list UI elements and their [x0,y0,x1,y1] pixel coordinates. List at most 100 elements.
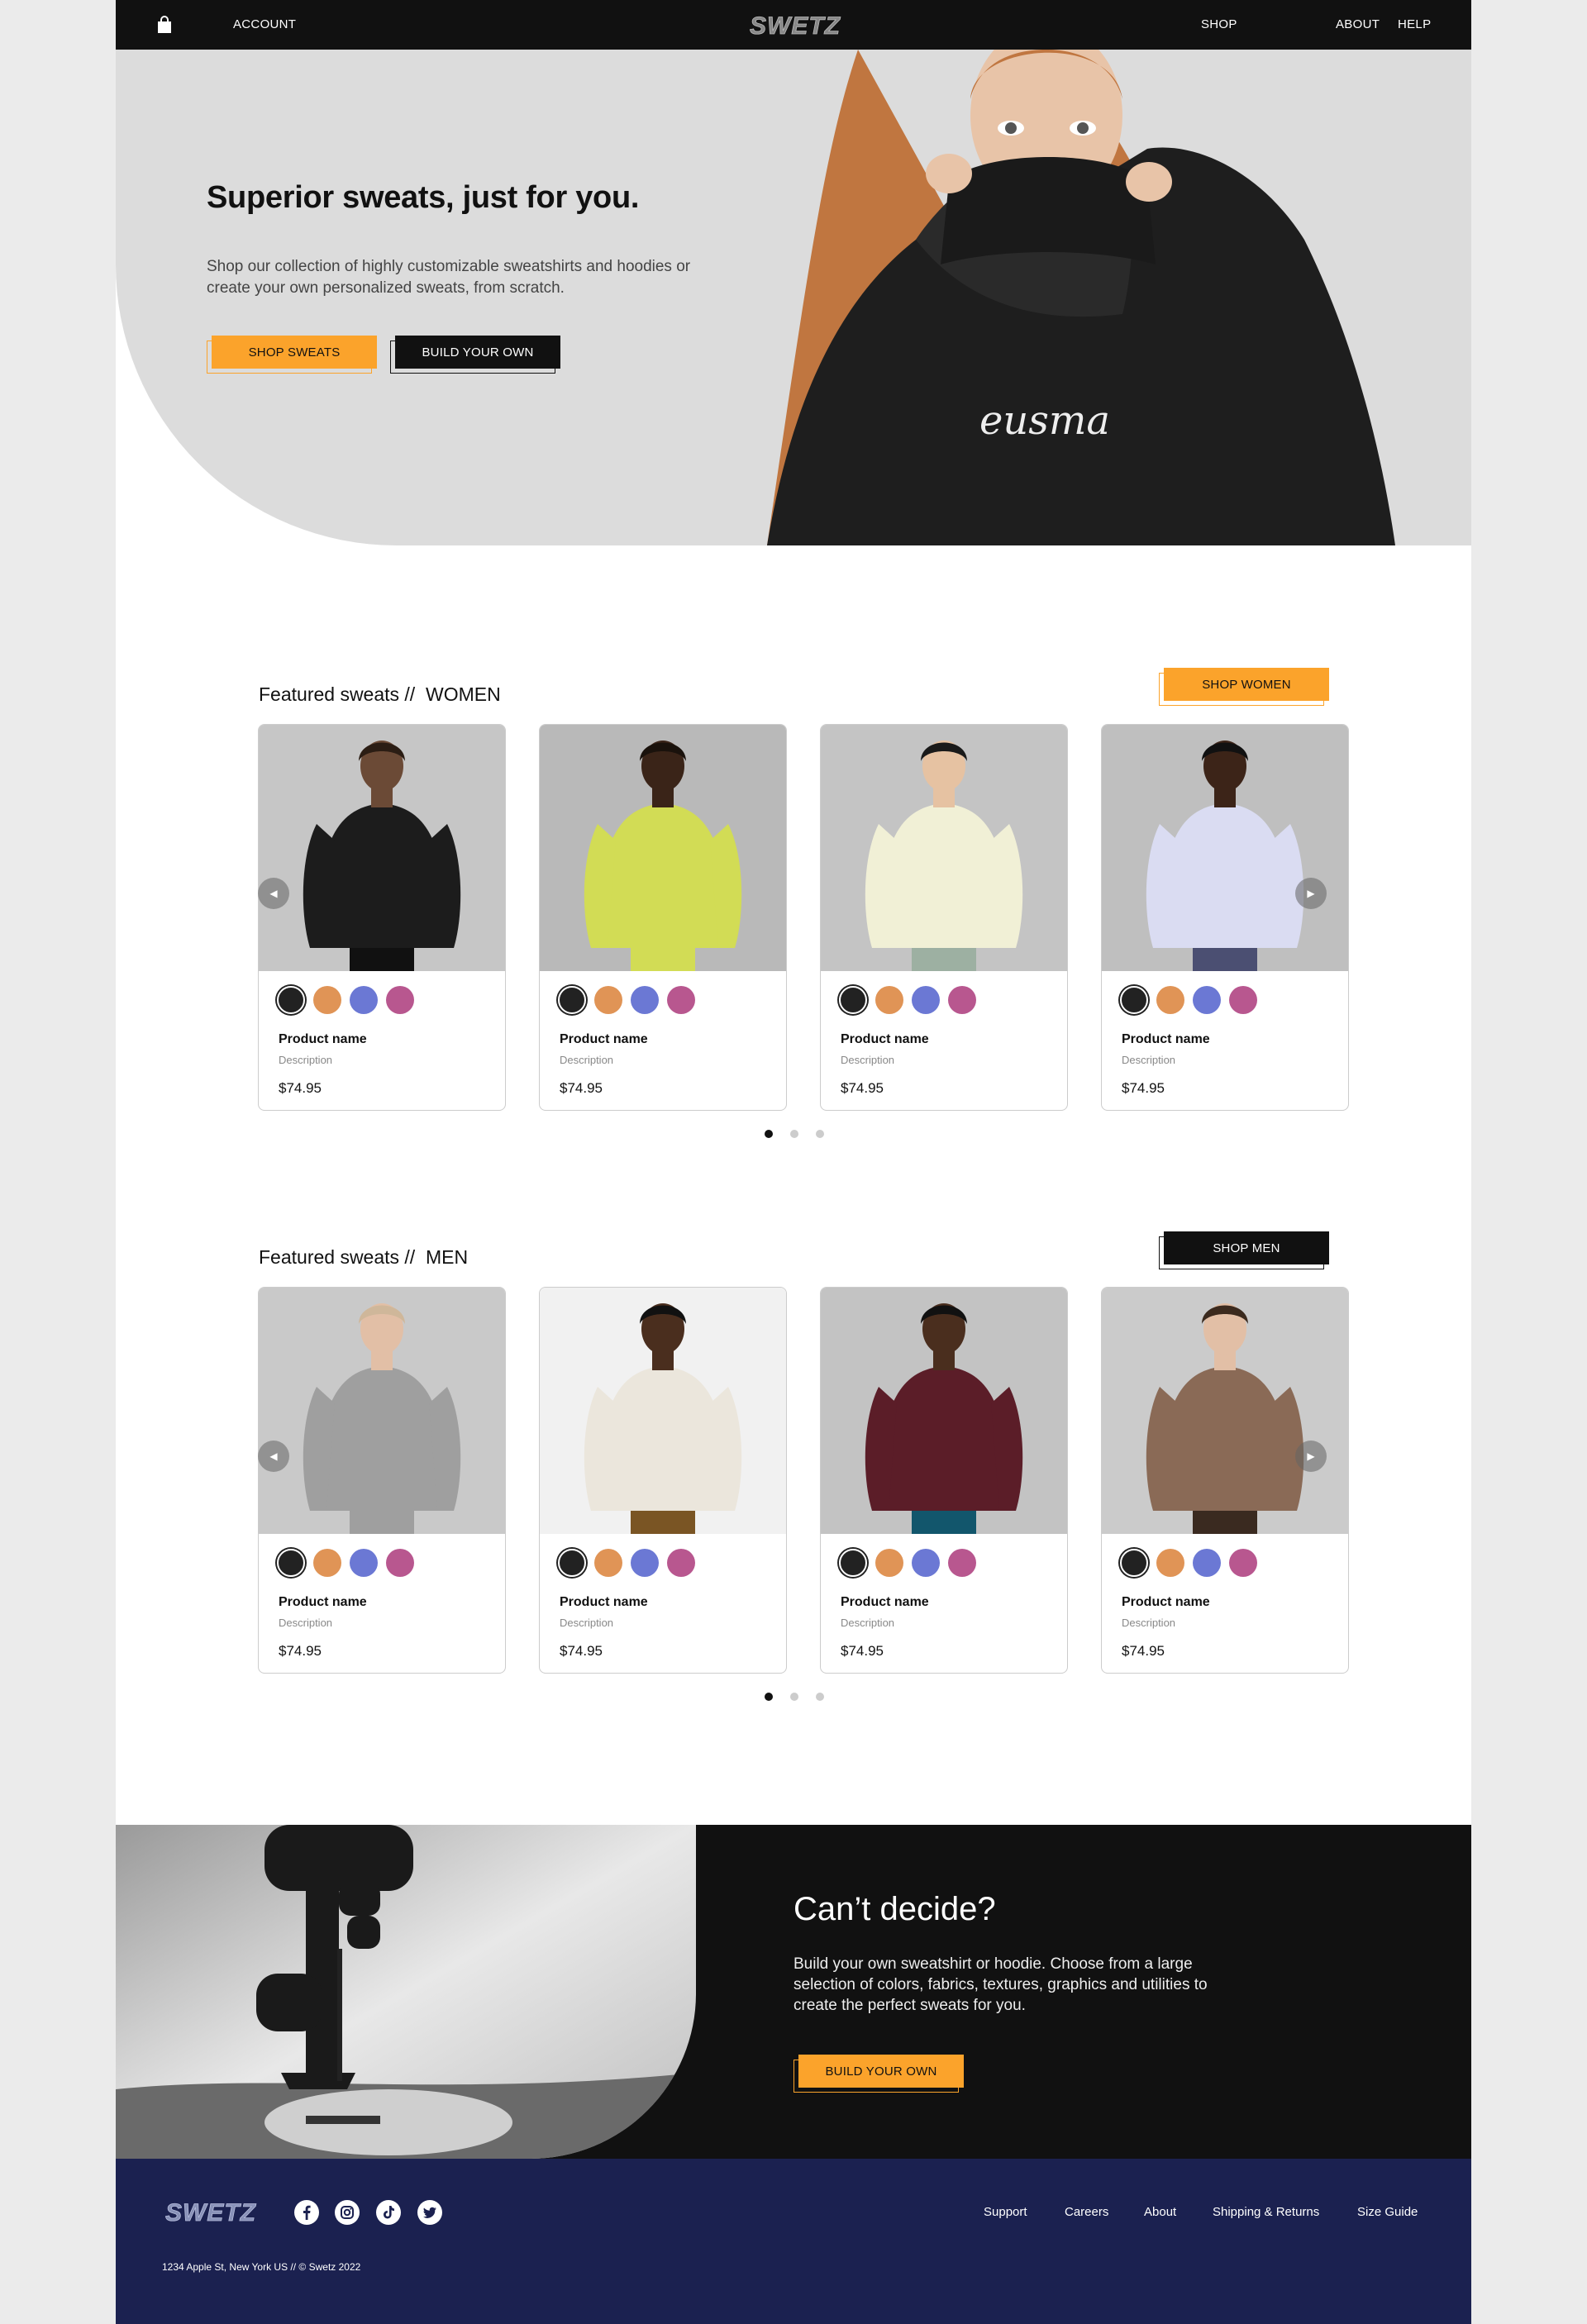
color-swatch[interactable] [667,986,695,1014]
women-page-dot[interactable] [790,1130,798,1138]
product-card[interactable]: Product name Description $74.95 [258,724,506,1111]
footer-swetz-logo[interactable]: SWETZ [160,2197,261,2226]
product-photo[interactable] [540,1288,786,1534]
product-photo[interactable] [1102,725,1348,971]
product-description: Description [279,1054,333,1066]
men-page-dot[interactable] [816,1693,824,1701]
decide-build-your-own-button[interactable]: BUILD YOUR OWN [794,2055,964,2093]
color-swatch[interactable] [912,1549,940,1577]
color-swatch[interactable] [1229,1549,1257,1577]
product-card[interactable]: Product name Description $74.95 [820,724,1068,1111]
shop-men-button[interactable]: SHOP MEN [1159,1231,1329,1269]
page: ACCOUNT SWETZ SHOP ABOUT HELP Superior s… [116,0,1471,2324]
product-card[interactable]: Product name Description $74.95 [1101,1287,1349,1674]
men-page-dot[interactable] [790,1693,798,1701]
men-prev-arrow[interactable]: ◀ [258,1441,289,1472]
build-your-own-button[interactable]: BUILD YOUR OWN [390,336,560,374]
color-swatch[interactable] [667,1549,695,1577]
men-next-arrow[interactable]: ▶ [1295,1441,1327,1472]
women-next-arrow[interactable]: ▶ [1295,878,1327,909]
men-page-dot[interactable] [765,1693,773,1701]
title-prefix: Featured sweats // [259,683,416,705]
product-photo[interactable] [821,1288,1067,1534]
color-swatch[interactable] [558,986,586,1014]
product-photo[interactable] [259,725,505,971]
facebook-icon[interactable] [294,2200,319,2225]
color-swatch[interactable] [350,986,378,1014]
color-swatch[interactable] [277,986,305,1014]
product-price: $74.95 [279,1080,322,1096]
product-card[interactable]: Product name Description $74.95 [1101,724,1349,1111]
shop-sweats-button[interactable]: SHOP SWEATS [207,336,377,374]
color-swatch[interactable] [631,986,659,1014]
color-swatch[interactable] [839,986,867,1014]
color-swatch[interactable] [1193,1549,1221,1577]
color-swatch[interactable] [313,986,341,1014]
swetz-logo[interactable]: SWETZ [744,10,846,40]
product-photo[interactable] [259,1288,505,1534]
color-swatch[interactable] [839,1549,867,1577]
women-page-dot[interactable] [816,1130,824,1138]
footer-link-careers[interactable]: Careers [1065,2205,1108,2219]
color-swatch[interactable] [386,986,414,1014]
color-swatches [1120,1549,1257,1577]
color-swatch[interactable] [1156,1549,1184,1577]
product-card[interactable]: Product name Description $74.95 [539,724,787,1111]
sewing-machine-photo [116,1825,696,2159]
color-swatch[interactable] [350,1549,378,1577]
color-swatch[interactable] [277,1549,305,1577]
account-link[interactable]: ACCOUNT [233,0,296,50]
color-swatch[interactable] [875,986,903,1014]
men-section-title: Featured sweats // MEN [259,1246,468,1269]
product-name: Product name [560,1032,648,1046]
shop-women-button[interactable]: SHOP WOMEN [1159,668,1329,706]
tiktok-icon[interactable] [376,2200,401,2225]
twitter-icon[interactable] [417,2200,442,2225]
product-name: Product name [560,1595,648,1609]
color-swatch[interactable] [1193,986,1221,1014]
footer-logo-text: SWETZ [165,2199,257,2226]
women-section-title: Featured sweats // WOMEN [259,683,501,706]
color-swatch[interactable] [912,986,940,1014]
shopping-bag-icon[interactable] [157,16,172,34]
women-prev-arrow[interactable]: ◀ [258,878,289,909]
color-swatch[interactable] [1229,986,1257,1014]
product-photo[interactable] [540,725,786,971]
women-page-dot[interactable] [765,1130,773,1138]
product-card[interactable]: Product name Description $74.95 [258,1287,506,1674]
color-swatch[interactable] [1120,986,1148,1014]
instagram-icon[interactable] [335,2200,360,2225]
color-swatch[interactable] [1156,986,1184,1014]
color-swatch[interactable] [948,1549,976,1577]
shop-sweats-label: SHOP SWEATS [212,336,377,369]
product-description: Description [841,1617,895,1629]
shop-link[interactable]: SHOP [1201,0,1237,50]
top-nav: ACCOUNT SWETZ SHOP ABOUT HELP [116,0,1471,50]
help-link[interactable]: HELP [1398,0,1431,50]
product-price: $74.95 [560,1080,603,1096]
women-pagination [765,1130,824,1138]
title-category: WOMEN [425,683,501,705]
color-swatches [1120,986,1257,1014]
footer-link-shipping-returns[interactable]: Shipping & Returns [1213,2205,1319,2219]
color-swatch[interactable] [948,986,976,1014]
shop-women-label: SHOP WOMEN [1164,668,1329,701]
color-swatch[interactable] [631,1549,659,1577]
about-link[interactable]: ABOUT [1336,0,1380,50]
product-card[interactable]: Product name Description $74.95 [539,1287,787,1674]
product-photo[interactable] [1102,1288,1348,1534]
color-swatch[interactable] [313,1549,341,1577]
product-card[interactable]: Product name Description $74.95 [820,1287,1068,1674]
footer-link-about[interactable]: About [1144,2205,1176,2219]
footer-link-size-guide[interactable]: Size Guide [1357,2205,1418,2219]
color-swatch[interactable] [386,1549,414,1577]
color-swatch[interactable] [594,986,622,1014]
product-name: Product name [279,1595,367,1609]
footer-link-support[interactable]: Support [984,2205,1027,2219]
color-swatch[interactable] [558,1549,586,1577]
product-name: Product name [841,1032,929,1046]
color-swatch[interactable] [1120,1549,1148,1577]
color-swatch[interactable] [875,1549,903,1577]
product-photo[interactable] [821,725,1067,971]
color-swatch[interactable] [594,1549,622,1577]
